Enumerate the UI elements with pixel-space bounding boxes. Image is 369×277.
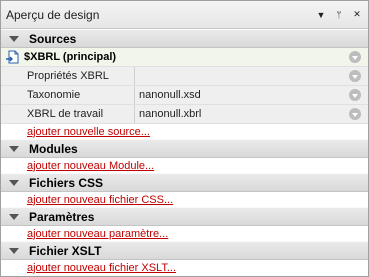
add-module-link[interactable]: ajouter nouveau Module... [1,160,154,172]
property-label: Taxonomie [1,86,135,104]
panel-title: Aperçu de design [6,7,100,22]
property-value: nanonull.xbrl [139,108,202,120]
xbrl-document-icon [6,50,20,64]
add-css-link[interactable]: ajouter nouveau fichier CSS... [1,194,173,206]
collapse-triangle-icon[interactable] [9,247,19,254]
section-title: Modules [29,141,78,156]
section-title: Sources [29,31,77,46]
chevron-down-icon[interactable] [349,108,361,120]
chevron-down-icon[interactable] [349,89,361,101]
chevron-down-icon[interactable] [349,51,361,63]
add-xslt-row: ajouter nouveau fichier XSLT... [1,260,368,275]
property-row[interactable]: Taxonomie nanonull.xsd [1,86,368,105]
section-xslt-header[interactable]: Fichier XSLT [1,241,368,260]
add-source-row: ajouter nouvelle source... [1,124,368,139]
section-title: Fichiers CSS [29,175,104,190]
design-overview-panel: Aperçu de design ▼ ᛘ ✕ Sources $XBRL (pr… [0,0,369,277]
section-modules-header[interactable]: Modules [1,139,368,158]
section-params-header[interactable]: Paramètres [1,207,368,226]
source-main-item[interactable]: $XBRL (principal) [1,48,368,67]
panel-titlebar: Aperçu de design ▼ ᛘ ✕ [1,1,368,29]
collapse-triangle-icon[interactable] [9,213,19,220]
section-title: Paramètres [29,209,95,224]
add-xslt-link[interactable]: ajouter nouveau fichier XSLT... [1,262,176,274]
section-sources-header[interactable]: Sources [1,29,368,48]
add-param-link[interactable]: ajouter nouveau paramètre... [1,228,168,240]
add-source-link[interactable]: ajouter nouvelle source... [1,126,150,138]
collapse-triangle-icon[interactable] [9,145,19,152]
property-row[interactable]: Propriétés XBRL [1,67,368,86]
pin-icon[interactable]: ᛘ [332,10,346,20]
close-icon[interactable]: ✕ [350,9,364,20]
add-param-row: ajouter nouveau paramètre... [1,226,368,241]
dropdown-icon[interactable]: ▼ [314,10,328,20]
property-label: Propriétés XBRL [1,67,135,85]
source-main-label: $XBRL (principal) [24,51,117,63]
collapse-triangle-icon[interactable] [9,35,19,42]
add-module-row: ajouter nouveau Module... [1,158,368,173]
add-css-row: ajouter nouveau fichier CSS... [1,192,368,207]
section-title: Fichier XSLT [29,243,102,258]
collapse-triangle-icon[interactable] [9,179,19,186]
property-value: nanonull.xsd [139,89,201,101]
section-css-header[interactable]: Fichiers CSS [1,173,368,192]
property-row[interactable]: XBRL de travail nanonull.xbrl [1,105,368,124]
chevron-down-icon[interactable] [349,70,361,82]
property-label: XBRL de travail [1,105,135,123]
